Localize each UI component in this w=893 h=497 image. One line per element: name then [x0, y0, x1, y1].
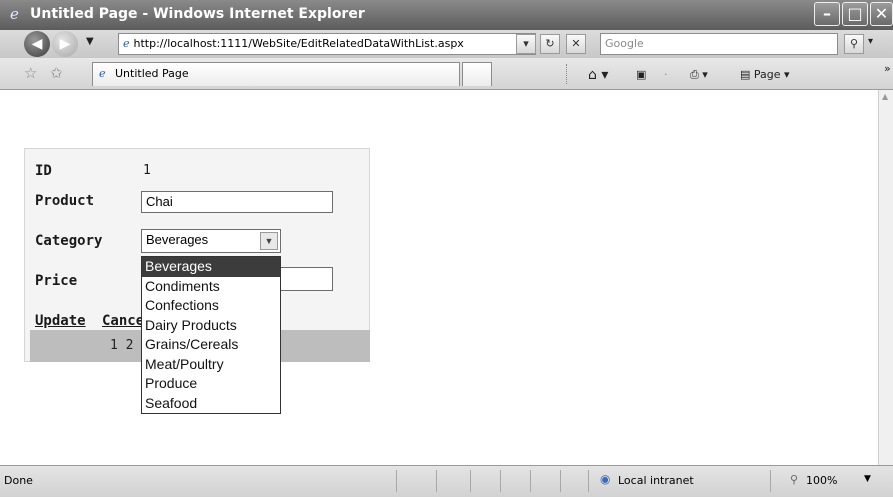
- window-title: Untitled Page - Windows Internet Explore…: [30, 6, 365, 22]
- search-placeholder: Google: [605, 37, 644, 50]
- category-options-list[interactable]: Beverages Condiments Confections Dairy Prod…: [141, 256, 281, 414]
- status-text: Done: [4, 474, 33, 487]
- stop-icon: ✕: [571, 37, 581, 50]
- home-icon[interactable]: ⌂ ▾: [588, 66, 608, 84]
- status-divider: [470, 470, 471, 492]
- stop-button[interactable]: ✕: [566, 34, 586, 54]
- category-label: Category: [35, 233, 103, 249]
- close-button[interactable]: ✕: [870, 2, 893, 26]
- tab-bar: ☆ ✩ e Untitled Page ⌂ ▾ ▣ · ⎙ ▾ ▤ Page ▾…: [0, 58, 893, 90]
- tab-untitled-page[interactable]: e Untitled Page: [92, 62, 460, 86]
- scroll-up-icon[interactable]: ▲: [882, 92, 888, 101]
- recent-pages-chevron-icon[interactable]: ▼: [86, 36, 94, 47]
- ie-logo-icon: e: [10, 5, 19, 23]
- intranet-globe-icon: ◉: [600, 472, 611, 486]
- category-selected-value: Beverages: [146, 232, 209, 247]
- refresh-icon: ↻: [545, 37, 555, 50]
- update-link[interactable]: Update: [35, 313, 86, 329]
- zoom-chevron-icon[interactable]: ▼: [864, 474, 871, 484]
- address-dropdown-button[interactable]: ▾: [516, 34, 536, 54]
- page-menu-label: Page: [753, 68, 781, 81]
- favorites-star-icon[interactable]: ☆: [24, 64, 37, 82]
- product-name-value: Chai: [146, 194, 173, 209]
- zoom-level[interactable]: 100%: [806, 474, 837, 487]
- new-tab-button[interactable]: [462, 62, 492, 86]
- search-options-chevron-icon[interactable]: ▾: [868, 36, 873, 47]
- category-option[interactable]: Condiments: [142, 277, 280, 297]
- id-value: 1: [143, 163, 151, 178]
- status-divider: [500, 470, 501, 492]
- forward-button[interactable]: ▶: [52, 31, 78, 57]
- status-divider: [530, 470, 531, 492]
- feeds-icon[interactable]: ▣: [636, 66, 646, 84]
- status-divider: [560, 470, 561, 492]
- category-option[interactable]: Beverages: [142, 257, 280, 277]
- id-label: ID: [35, 163, 52, 179]
- address-url: http://localhost:1111/WebSite/EditRelate…: [133, 37, 464, 50]
- product-label: Product: [35, 193, 95, 209]
- minimize-button[interactable]: –: [814, 2, 840, 26]
- tab-label: Untitled Page: [115, 67, 189, 80]
- page-icon: e: [123, 37, 130, 50]
- category-option[interactable]: Dairy Products: [142, 316, 280, 336]
- category-option[interactable]: Seafood: [142, 394, 280, 414]
- maximize-button[interactable]: □: [842, 2, 868, 26]
- back-button[interactable]: ◀: [24, 31, 50, 57]
- category-option[interactable]: Produce: [142, 374, 280, 394]
- status-divider: [770, 470, 771, 492]
- address-field[interactable]: e http://localhost:1111/WebSite/EditRelat…: [118, 33, 536, 55]
- search-input[interactable]: Google: [600, 33, 838, 55]
- security-zone-text: Local intranet: [618, 474, 694, 487]
- status-divider: [396, 470, 397, 492]
- status-divider: [588, 470, 589, 492]
- status-divider: [436, 470, 437, 492]
- feeds-chevron-icon[interactable]: ·: [664, 66, 668, 84]
- category-option[interactable]: Grains/Cereals: [142, 335, 280, 355]
- search-icon: ⚲: [849, 37, 859, 50]
- arrow-right-icon: ▶: [59, 36, 71, 52]
- chevron-down-icon[interactable]: ▼: [260, 232, 278, 250]
- category-option[interactable]: Confections: [142, 296, 280, 316]
- search-button[interactable]: ⚲: [844, 34, 864, 54]
- title-bar: e Untitled Page - Windows Internet Explo…: [0, 0, 893, 30]
- pager-page-numbers[interactable]: 1 2: [110, 338, 133, 353]
- price-label: Price: [35, 273, 78, 289]
- status-bar: Done ◉ Local intranet ⚲ 100% ▼: [0, 465, 893, 497]
- navigation-bar: ◀ ▶ ▼ e http://localhost:1111/WebSite/Edi…: [0, 30, 893, 58]
- arrow-left-icon: ◀: [31, 36, 43, 52]
- zoom-icon[interactable]: ⚲: [790, 473, 798, 486]
- vertical-scrollbar[interactable]: ▲: [878, 90, 893, 465]
- category-option[interactable]: Meat/Poultry: [142, 355, 280, 375]
- page-menu-icon: ▤: [740, 68, 751, 81]
- refresh-button[interactable]: ↻: [540, 34, 560, 54]
- toolbar-overflow-icon[interactable]: »: [884, 60, 891, 78]
- print-icon[interactable]: ⎙ ▾: [690, 66, 708, 84]
- tab-page-icon: e: [99, 67, 106, 80]
- category-dropdown[interactable]: Beverages ▼: [141, 229, 281, 253]
- toolbar-divider: [566, 64, 568, 84]
- add-favorites-icon[interactable]: ✩: [50, 64, 63, 82]
- product-name-input[interactable]: Chai: [141, 191, 333, 213]
- page-menu-button[interactable]: ▤ Page ▾: [740, 66, 790, 84]
